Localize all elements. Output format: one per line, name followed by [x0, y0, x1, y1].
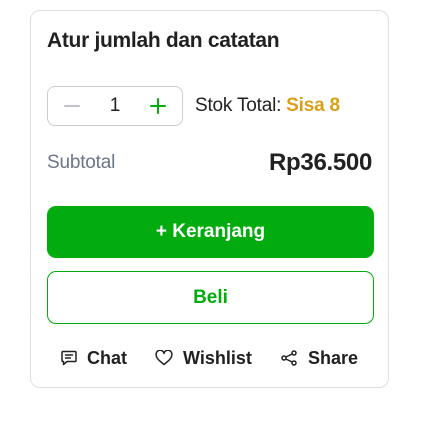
subtotal-label: Subtotal [47, 152, 116, 173]
minus-icon[interactable] [60, 94, 84, 118]
heart-icon [155, 350, 173, 366]
chat-icon [61, 350, 77, 366]
quantity-stepper: 1 [47, 86, 183, 126]
quantity-input[interactable]: 1 [95, 95, 135, 117]
stock-value: Sisa 8 [286, 95, 340, 116]
card-title: Atur jumlah dan catatan [47, 29, 280, 52]
subtotal-row: Subtotal Rp36.500 [47, 149, 372, 177]
chat-label: Chat [87, 347, 127, 368]
share-button[interactable]: Share [266, 348, 372, 369]
buy-button[interactable]: Beli [47, 271, 374, 324]
purchase-card: Atur jumlah dan catatan 1 Stok Total: Sis… [30, 10, 389, 388]
action-bar: Chat Wishlist Share [47, 344, 372, 372]
quantity-row: 1 Stok Total: Sisa 8 [47, 85, 340, 127]
chat-button[interactable]: Chat [47, 348, 141, 369]
stock-info: Stok Total: Sisa 8 [195, 95, 340, 117]
share-icon [281, 350, 297, 366]
share-label: Share [307, 347, 358, 368]
subtotal-value: Rp36.500 [269, 149, 372, 176]
plus-icon[interactable] [146, 94, 170, 118]
stock-label: Stok Total: [195, 95, 282, 116]
add-to-cart-button[interactable]: + Keranjang [47, 206, 374, 258]
wishlist-label: Wishlist [183, 347, 252, 368]
wishlist-button[interactable]: Wishlist [141, 348, 266, 369]
